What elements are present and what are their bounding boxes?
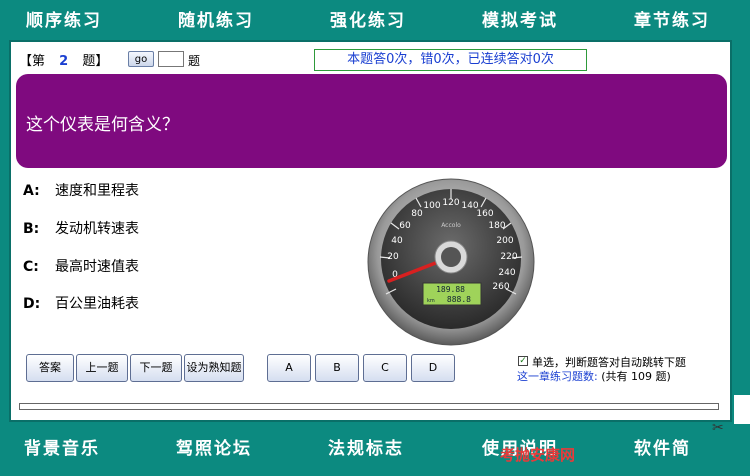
gauge-tick-label: 20: [387, 252, 399, 262]
gauge-tick-label: 40: [391, 236, 403, 246]
odometer-top: 189.88: [436, 285, 465, 294]
option-text: 百公里油耗表: [55, 296, 139, 312]
option-b[interactable]: B: 发动机转速表: [23, 218, 139, 238]
question-text: 这个仪表是何含义？: [26, 115, 179, 135]
gauge-tick-label: 160: [476, 209, 493, 219]
answer-stats: 本题答0次，错0次，已连续答对0次: [314, 49, 587, 71]
option-key: B:: [23, 221, 40, 237]
gauge-tick-label: 240: [498, 268, 515, 278]
question-number-label: 【第 2 题】: [19, 50, 108, 70]
option-c[interactable]: C: 最高时速值表: [23, 256, 139, 276]
answer-button[interactable]: 答案: [26, 354, 74, 382]
watermark-text: 考抛安康网: [500, 446, 576, 464]
option-key: A:: [23, 183, 40, 199]
prev-question-button[interactable]: 上一题: [76, 354, 128, 382]
question-panel: 【第 2 题】 go 题 本题答0次，错0次，已连续答对0次 这个仪表是何含义？…: [9, 40, 732, 422]
gauge-tick-label: 60: [399, 221, 411, 231]
go-button[interactable]: go: [128, 51, 154, 67]
gauge-tick-label: 260: [492, 282, 509, 292]
gauge-hub-inner: [441, 247, 461, 267]
chapter-count-value: (共有 109 题): [601, 370, 671, 383]
gauge-tick-label: 100: [423, 201, 440, 211]
auto-jump-checkbox[interactable]: ✓: [518, 356, 528, 366]
question-unit-label: 题: [188, 54, 201, 68]
scissor-icon: ✂: [712, 420, 724, 436]
question-box: 这个仪表是何含义？: [16, 74, 727, 168]
nav-rules-signs[interactable]: 法规标志: [328, 434, 404, 459]
nav-background-music[interactable]: 背景音乐: [24, 434, 100, 459]
gauge-brand: Accolo: [441, 222, 461, 229]
gauge-tick-label: 200: [496, 236, 513, 246]
nav-software-intro[interactable]: 软件简: [634, 434, 691, 459]
mark-known-button[interactable]: 设为熟知题: [184, 354, 244, 382]
nav-mock-exam[interactable]: 模拟考试: [482, 8, 558, 34]
chapter-count-label: 这一章练习题数:: [517, 370, 598, 383]
gauge-tick-label: 80: [411, 209, 423, 219]
speedometer-image: 0 20 40 60 80 100 120 140 160 180 200 22…: [367, 178, 535, 346]
top-nav: 顺序练习 随机练习 强化练习 模拟考试 章节练习: [0, 0, 750, 40]
chapter-question-count: 这一章练习题数: (共有 109 题): [517, 368, 671, 384]
question-number: 2: [59, 54, 69, 69]
nav-chapter-practice[interactable]: 章节练习: [634, 8, 710, 34]
choice-d-button[interactable]: D: [411, 354, 455, 382]
gauge-tick-label: 220: [500, 252, 517, 262]
gauge-tick-label: 120: [442, 198, 459, 208]
nav-sequential-practice[interactable]: 顺序练习: [26, 8, 102, 34]
option-a[interactable]: A: 速度和里程表: [23, 180, 139, 200]
nav-intensive-practice[interactable]: 强化练习: [330, 8, 406, 34]
odometer-unit: km: [427, 298, 435, 304]
gauge-tick-label: 180: [488, 221, 505, 231]
option-text: 速度和里程表: [55, 183, 139, 199]
choice-a-button[interactable]: A: [267, 354, 311, 382]
question-prefix: 【第: [19, 54, 46, 69]
option-text: 发动机转速表: [55, 221, 139, 237]
option-d[interactable]: D: 百公里油耗表: [23, 293, 139, 313]
choice-c-button[interactable]: C: [363, 354, 407, 382]
nav-random-practice[interactable]: 随机练习: [178, 8, 254, 34]
odometer-bottom: 888.8: [447, 295, 471, 304]
option-key: C:: [23, 259, 39, 275]
question-jump-input[interactable]: [158, 51, 184, 67]
progress-bar: [19, 403, 719, 410]
bottom-nav: 背景音乐 驾照论坛 法规标志 使用说明 软件简: [0, 424, 750, 476]
choice-b-button[interactable]: B: [315, 354, 359, 382]
option-text: 最高时速值表: [55, 259, 139, 275]
question-suffix: 题】: [82, 54, 109, 69]
nav-license-forum[interactable]: 驾照论坛: [176, 434, 252, 459]
option-key: D:: [23, 296, 41, 312]
next-question-button[interactable]: 下一题: [130, 354, 182, 382]
